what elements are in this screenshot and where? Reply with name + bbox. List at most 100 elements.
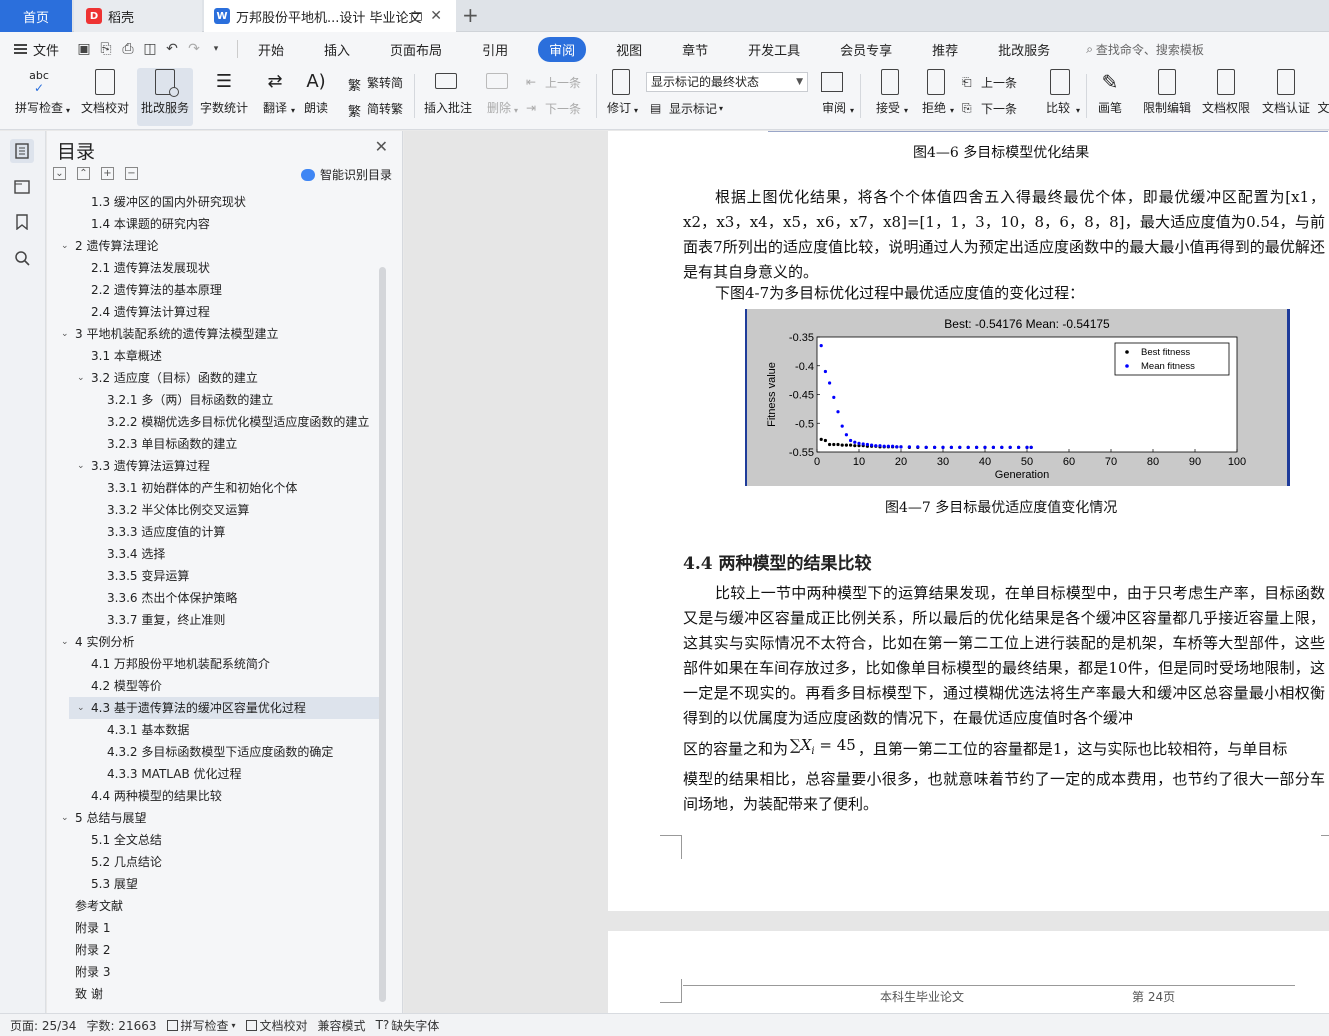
next-change-button[interactable]: ⎘ 下一条 bbox=[962, 100, 1017, 117]
toc-item[interactable]: 3.2.1 多（两）目标函数的建立 bbox=[47, 389, 379, 411]
command-search[interactable]: ⌕ 查找命令、搜索模板 bbox=[1086, 41, 1204, 58]
close-tab-icon[interactable]: ✕ bbox=[430, 8, 442, 24]
spell-check-button[interactable]: abc ✓ 拼写检查 ▾ bbox=[6, 68, 72, 126]
save-icon[interactable]: ▣ bbox=[73, 38, 95, 60]
toc-item[interactable]: 5.2 几点结论 bbox=[47, 851, 379, 873]
toc-item[interactable]: 2.4 遗传算法计算过程 bbox=[47, 301, 379, 323]
menu-item-5[interactable]: 视图 bbox=[606, 37, 652, 62]
toc-item[interactable]: 4.2 模型等价 bbox=[47, 675, 379, 697]
menu-item-8[interactable]: 会员专享 bbox=[830, 37, 902, 62]
toc-item[interactable]: 3.3.1 初始群体的产生和初始化个体 bbox=[47, 477, 379, 499]
toc-item[interactable]: ⌄ 3 平地机装配系统的遗传算法模型建立 bbox=[47, 323, 379, 345]
undo-icon[interactable]: ↶ bbox=[161, 38, 183, 60]
chevron-down-icon[interactable]: ⌄ bbox=[77, 367, 85, 389]
menu-item-4[interactable]: 审阅 bbox=[538, 36, 587, 62]
menu-item-6[interactable]: 章节 bbox=[672, 37, 718, 62]
trad-to-simp-button[interactable]: 繁繁转简 bbox=[348, 74, 403, 94]
menu-item-7[interactable]: 开发工具 bbox=[738, 37, 810, 62]
toc-item[interactable]: 4.3.1 基本数据 bbox=[47, 719, 379, 741]
toc-scrollbar[interactable] bbox=[379, 267, 386, 1002]
toc-item[interactable]: ⌄ 4 实例分析 bbox=[47, 631, 379, 653]
new-tab-icon[interactable]: + bbox=[462, 3, 479, 27]
review-pane-button[interactable]: 审阅 ▾ bbox=[814, 68, 854, 126]
toc-item[interactable]: 3.3.4 选择 bbox=[47, 543, 379, 565]
toc-item[interactable]: 4.3.2 多目标函数模型下适应度函数的确定 bbox=[47, 741, 379, 763]
toc-item[interactable]: 附录 2 bbox=[47, 939, 379, 961]
markup-state-select[interactable]: 显示标记的最终状态 ▼ bbox=[646, 72, 808, 92]
toc-item[interactable]: 2.2 遗传算法的基本原理 bbox=[47, 279, 379, 301]
toc-item[interactable]: 4.3.3 MATLAB 优化过程 bbox=[47, 763, 379, 785]
spell-check-status[interactable]: 拼写检查 ▾ bbox=[166, 1017, 236, 1034]
prev-comment-button[interactable]: ⇤ 上一条 bbox=[526, 74, 581, 91]
chevron-down-icon[interactable]: ⌄ bbox=[77, 455, 85, 477]
toc-item[interactable]: 3.3.6 杰出个体保护策略 bbox=[47, 587, 379, 609]
add-level-icon[interactable]: + bbox=[101, 167, 114, 180]
toc-item[interactable]: 3.1 本章概述 bbox=[47, 345, 379, 367]
export-icon[interactable]: ⎘ bbox=[95, 38, 117, 60]
menu-item-1[interactable]: 插入 bbox=[314, 37, 360, 62]
toc-icon[interactable] bbox=[10, 139, 34, 163]
correction-service-button[interactable]: 批改服务 bbox=[137, 68, 193, 126]
preview-icon[interactable]: ◫ bbox=[139, 38, 161, 60]
tab-home[interactable]: 首页 bbox=[0, 0, 72, 32]
collapse-all-icon[interactable]: ⌄ bbox=[53, 167, 66, 180]
menu-item-2[interactable]: 页面布局 bbox=[380, 37, 452, 62]
menu-item-0[interactable]: 开始 bbox=[248, 37, 294, 62]
toc-item[interactable]: ⌄ 2 遗传算法理论 bbox=[47, 235, 379, 257]
toc-item[interactable]: 3.3.5 变异运算 bbox=[47, 565, 379, 587]
dropdown-icon[interactable]: ▾ bbox=[205, 38, 227, 60]
toc-item[interactable]: ⌄ 3.3 遗传算法运算过程 bbox=[47, 455, 379, 477]
remove-level-icon[interactable]: − bbox=[125, 167, 138, 180]
chevron-down-icon[interactable]: ⌄ bbox=[61, 235, 69, 257]
read-aloud-button[interactable]: A) 朗读 bbox=[298, 68, 334, 126]
menu-item-9[interactable]: 推荐 bbox=[922, 37, 968, 62]
simp-to-trad-button[interactable]: 繁简转繁 bbox=[348, 100, 403, 120]
navigation-icon[interactable] bbox=[10, 174, 34, 198]
more-button[interactable]: 文 bbox=[1318, 68, 1329, 126]
toc-item[interactable]: 附录 1 bbox=[47, 917, 379, 939]
close-icon[interactable]: ✕ bbox=[375, 137, 388, 156]
toc-item[interactable]: 3.3.2 半父体比例交叉运算 bbox=[47, 499, 379, 521]
toc-item[interactable]: 参考文献 bbox=[47, 895, 379, 917]
toc-item[interactable]: ⌄ 5 总结与展望 bbox=[47, 807, 379, 829]
delete-comment-button[interactable]: 删除 ▾ bbox=[480, 68, 518, 126]
search-icon[interactable] bbox=[10, 246, 34, 270]
page-indicator[interactable]: 页面: 25/34 bbox=[10, 1017, 76, 1034]
toc-item[interactable]: 1.3 缓冲区的国内外研究现状 bbox=[47, 191, 379, 213]
toc-item[interactable]: 2.1 遗传算法发展现状 bbox=[47, 257, 379, 279]
monitor-icon[interactable] bbox=[411, 11, 422, 21]
toc-item[interactable]: 4.4 两种模型的结果比较 bbox=[47, 785, 379, 807]
accept-button[interactable]: 接受 ▾ bbox=[868, 68, 908, 126]
menu-item-10[interactable]: 批改服务 bbox=[988, 37, 1060, 62]
insert-comment-button[interactable]: 插入批注 bbox=[420, 68, 476, 126]
menu-item-3[interactable]: 引用 bbox=[472, 37, 518, 62]
toc-item[interactable]: 致 谢 bbox=[47, 983, 379, 1005]
word-count-indicator[interactable]: 字数: 21663 bbox=[86, 1017, 156, 1034]
chevron-down-icon[interactable]: ⌄ bbox=[77, 697, 85, 719]
print-icon[interactable]: ⎙ bbox=[117, 38, 139, 60]
toc-item[interactable]: 5.3 展望 bbox=[47, 873, 379, 895]
expand-icon[interactable]: ⌃ bbox=[77, 167, 90, 180]
chevron-down-icon[interactable]: ⌄ bbox=[61, 807, 69, 829]
toc-item[interactable]: 3.2.3 单目标函数的建立 bbox=[47, 433, 379, 455]
toc-item[interactable]: ⌄ 4.3 基于遗传算法的缓冲区容量优化过程 bbox=[69, 697, 379, 719]
toc-item[interactable]: 3.2.2 模糊优选多目标优化模型适应度函数的建立 bbox=[47, 411, 379, 433]
compare-button[interactable]: 比较 ▾ bbox=[1036, 68, 1080, 126]
doc-rights-button[interactable]: 文档权限 bbox=[1198, 68, 1254, 126]
proofread-button[interactable]: 文档校对 bbox=[76, 68, 134, 126]
chevron-down-icon[interactable]: ⌄ bbox=[61, 631, 69, 653]
track-changes-button[interactable]: 修订 ▾ bbox=[600, 68, 638, 126]
next-comment-button[interactable]: ⇥ 下一条 bbox=[526, 100, 581, 117]
toc-item[interactable]: 5.1 全文总结 bbox=[47, 829, 379, 851]
toc-item[interactable]: ⌄ 3.2 适应度（目标）函数的建立 bbox=[47, 367, 379, 389]
doc-cert-button[interactable]: 文档认证 bbox=[1258, 68, 1314, 126]
toc-item[interactable]: 3.3.3 适应度值的计算 bbox=[47, 521, 379, 543]
toc-item[interactable]: 附录 3 bbox=[47, 961, 379, 983]
file-menu[interactable]: 文件 bbox=[14, 40, 59, 59]
missing-font-status[interactable]: T? 缺失字体 bbox=[376, 1017, 440, 1034]
proofread-status[interactable]: 文档校对 bbox=[245, 1017, 308, 1034]
smart-toc-button[interactable]: 智能识别目录 bbox=[300, 166, 392, 183]
redo-icon[interactable]: ↷ bbox=[183, 38, 205, 60]
tab-daoke[interactable]: D 稻壳 bbox=[74, 0, 202, 32]
restrict-editing-button[interactable]: 限制编辑 bbox=[1138, 68, 1196, 126]
